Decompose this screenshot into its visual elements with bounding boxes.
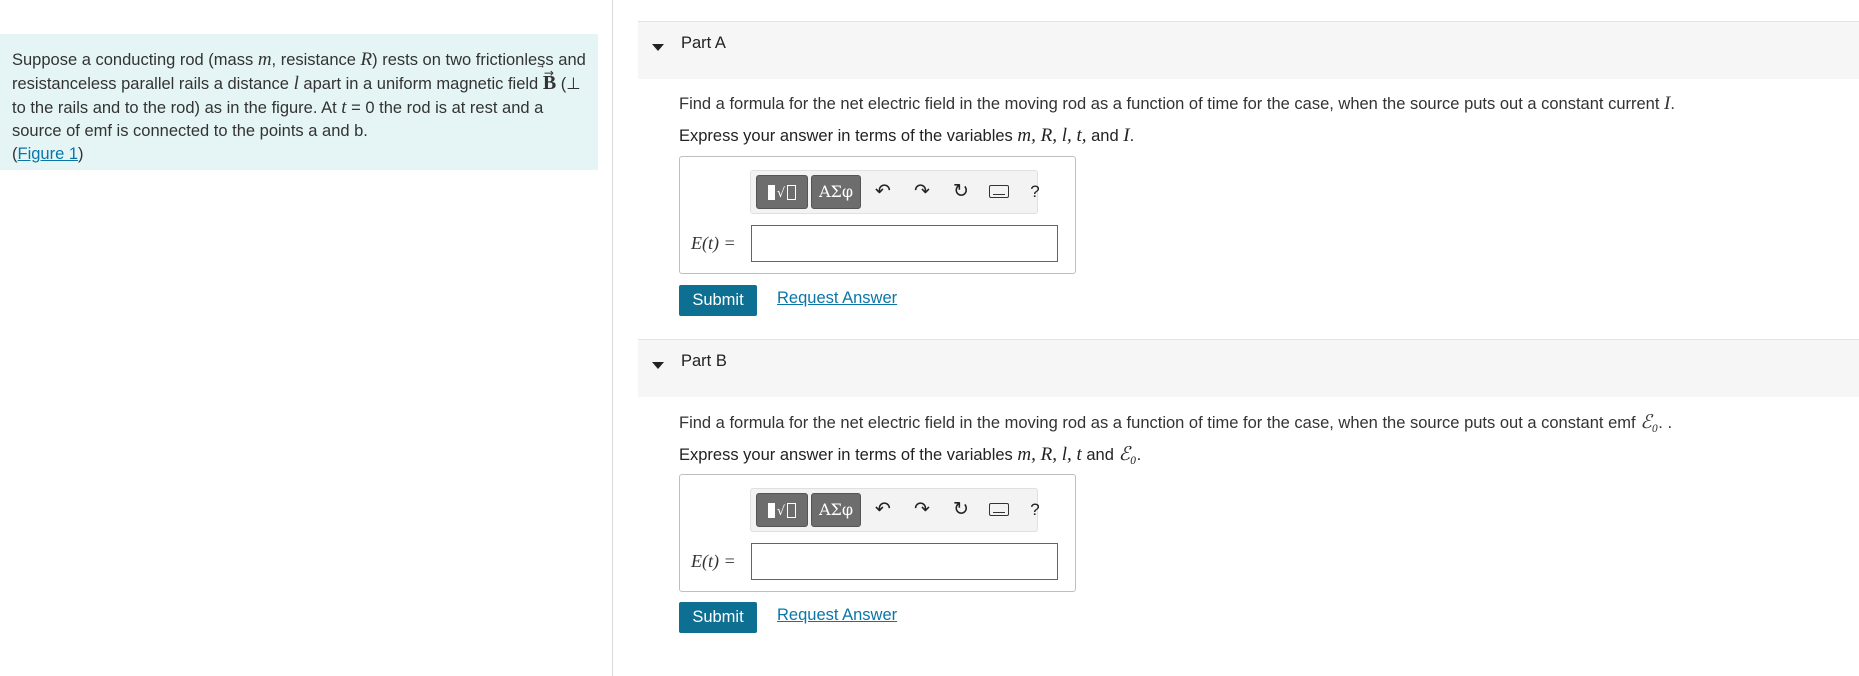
part-b-submit-button[interactable]: Submit xyxy=(679,602,757,633)
part-a-answer-box: √ ΑΣφ ↶ ↷ ↻ ? E(t) = xyxy=(679,156,1076,274)
undo-icon[interactable]: ↶ xyxy=(869,175,897,209)
keyboard-button[interactable] xyxy=(985,493,1013,527)
figure-link[interactable]: Figure 1 xyxy=(18,145,79,163)
part-b-instructions: Express your answer in terms of the vari… xyxy=(679,444,1142,465)
templates-button[interactable]: √ xyxy=(756,175,808,209)
part-b-request-answer-link[interactable]: Request Answer xyxy=(777,606,897,625)
greek-symbols-button[interactable]: ΑΣφ xyxy=(811,493,861,527)
problem-text: Suppose a conducting rod (mass xyxy=(12,51,258,69)
help-button[interactable]: ? xyxy=(1021,175,1049,209)
vector-B: ⃗→B xyxy=(542,66,557,94)
greek-symbols-button[interactable]: ΑΣφ xyxy=(811,175,861,209)
var-m: m xyxy=(257,49,272,70)
part-b-prompt: Find a formula for the net electric fiel… xyxy=(679,412,1673,433)
equation-label: E(t) = xyxy=(691,233,736,253)
equation-label: E(t) = xyxy=(691,551,736,571)
help-button[interactable]: ? xyxy=(1021,493,1049,527)
part-a-title: Part A xyxy=(681,34,726,52)
math-toolbar: √ ΑΣφ ↶ ↷ ↻ ? xyxy=(750,488,1040,532)
part-a-instructions: Express your answer in terms of the vari… xyxy=(679,125,1135,146)
math-toolbar: √ ΑΣφ ↶ ↷ ↻ ? xyxy=(750,170,1040,214)
redo-icon[interactable]: ↷ xyxy=(908,175,936,209)
part-a-prompt: Find a formula for the net electric fiel… xyxy=(679,93,1675,114)
undo-icon[interactable]: ↶ xyxy=(869,493,897,527)
templates-button[interactable]: √ xyxy=(756,493,808,527)
part-b-answer-box: √ ΑΣφ ↶ ↷ ↻ ? E(t) = xyxy=(679,474,1076,592)
part-a-answer-input[interactable] xyxy=(751,225,1058,262)
keyboard-icon xyxy=(989,503,1009,517)
problem-text: , resistance xyxy=(271,51,361,69)
keyboard-icon xyxy=(989,185,1009,199)
reset-icon[interactable]: ↻ xyxy=(947,493,975,527)
reset-icon[interactable]: ↻ xyxy=(947,175,975,209)
part-b-header[interactable]: Part B xyxy=(638,339,1859,397)
keyboard-button[interactable] xyxy=(985,175,1013,209)
caret-down-icon[interactable] xyxy=(652,362,664,369)
templates-icon: √ xyxy=(767,494,797,528)
part-a-header[interactable]: Part A xyxy=(638,21,1859,79)
problem-text: apart in a uniform magnetic field xyxy=(298,75,543,93)
problem-statement: Suppose a conducting rod (mass m, resist… xyxy=(0,34,598,170)
part-b-answer-input[interactable] xyxy=(751,543,1058,580)
panel-divider xyxy=(612,0,613,676)
var-R: R xyxy=(360,49,373,70)
templates-icon: √ xyxy=(767,176,797,210)
part-a-request-answer-link[interactable]: Request Answer xyxy=(777,289,897,308)
redo-icon[interactable]: ↷ xyxy=(908,493,936,527)
caret-down-icon[interactable] xyxy=(652,44,664,51)
part-b-title: Part B xyxy=(681,352,727,370)
part-a-submit-button[interactable]: Submit xyxy=(679,285,757,316)
